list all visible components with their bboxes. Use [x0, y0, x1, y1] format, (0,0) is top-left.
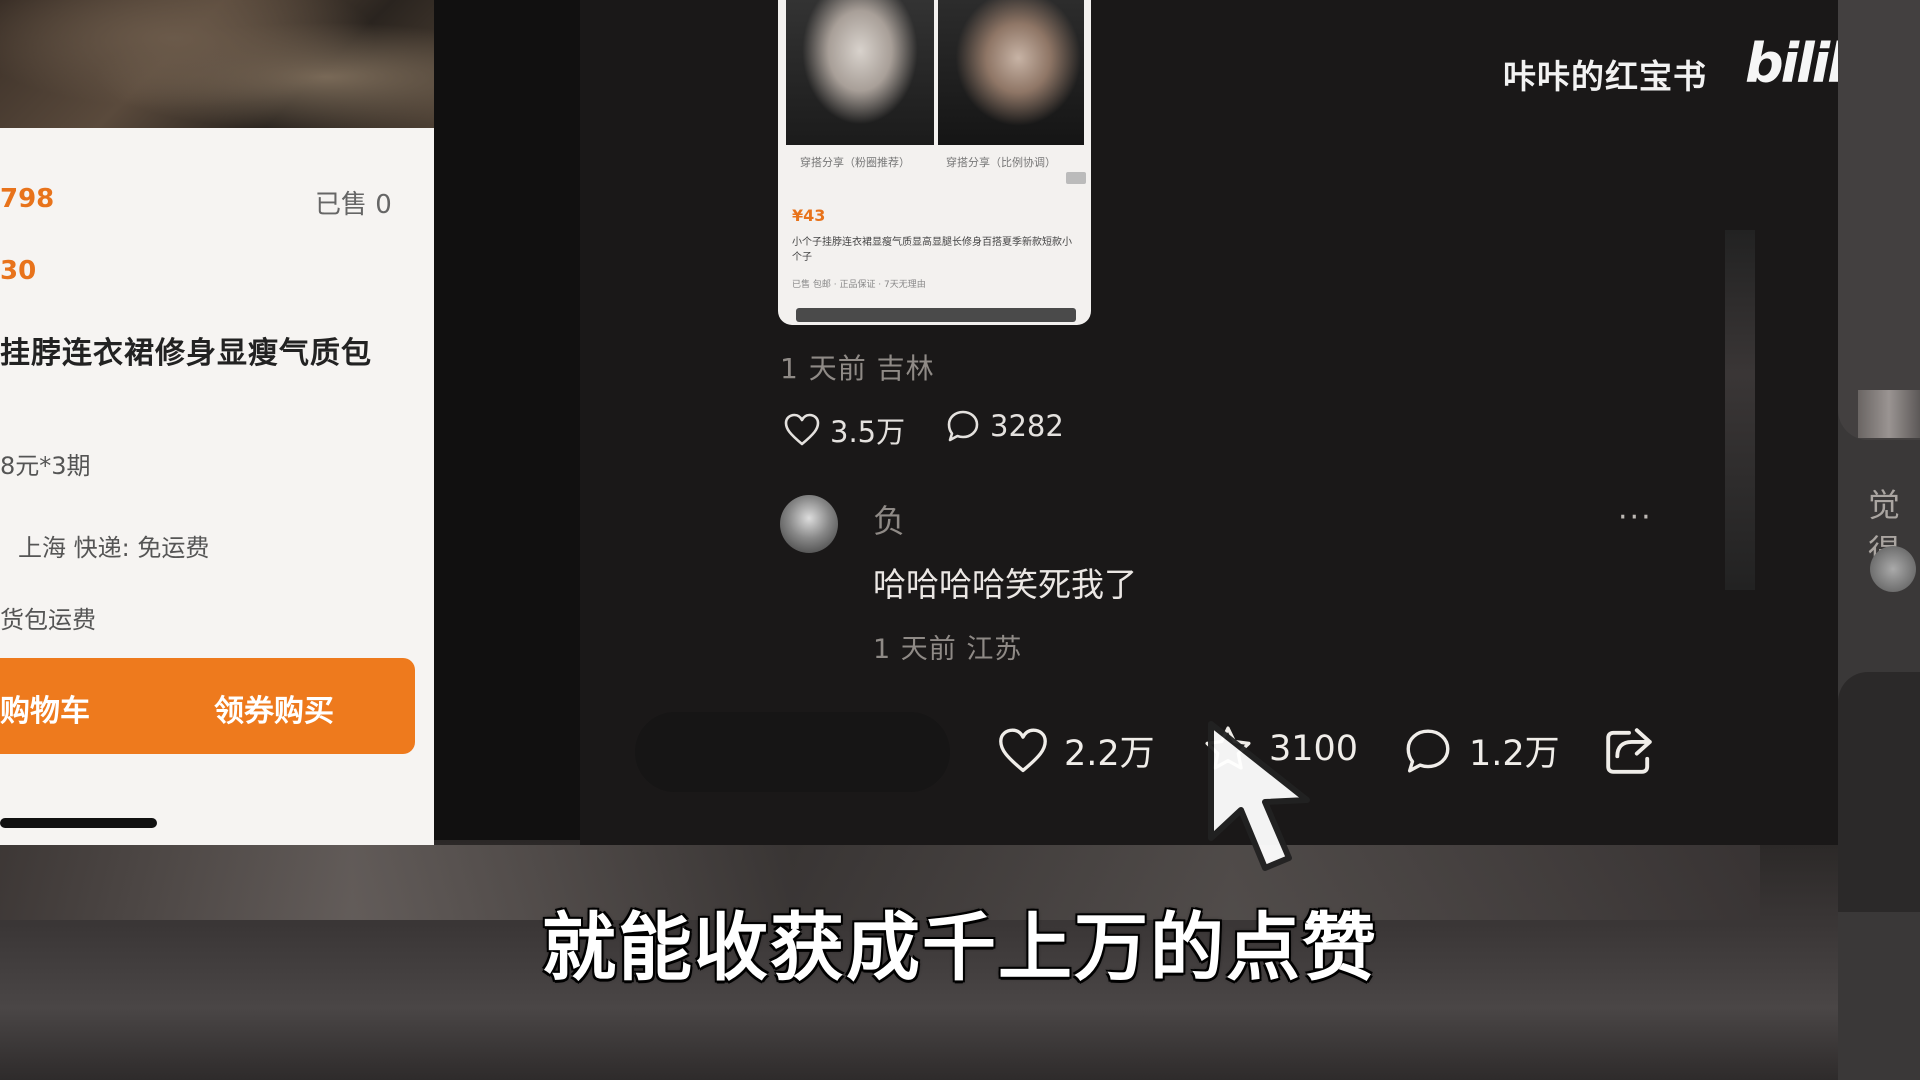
video-subtitle: 就能收获成千上万的点赞 — [542, 905, 1378, 991]
shipping-info: 上海 快递: 免运费 — [18, 534, 210, 562]
comment-text: 哈哈哈哈笑死我了 — [873, 565, 1137, 604]
product-price: 798 — [0, 184, 55, 214]
product-card: 798 已售 0 30 挂脖连衣裙修身显瘦气质包 8元*3期 上海 快递: 免运… — [0, 0, 434, 845]
cursor-icon — [1203, 718, 1333, 902]
panel-edge-shade — [1725, 230, 1755, 590]
home-indicator — [0, 818, 157, 828]
comment-author[interactable]: 负 — [873, 496, 905, 542]
post-like-stat[interactable]: 3.5万 — [784, 409, 905, 451]
freight-insurance: 货包运费 — [0, 606, 96, 634]
post-comment-stat[interactable]: 3282 — [946, 409, 1064, 443]
product-image — [0, 0, 434, 128]
post-like-count: 3.5万 — [830, 415, 906, 449]
comment-count: 1.2万 — [1469, 734, 1560, 774]
thumbnail-caption-left: 穿搭分享（粉圈推荐） — [800, 156, 910, 169]
channel-watermark: 咔咔的红宝书 — [1503, 57, 1707, 96]
thumbnail-description: 小个子挂脖连衣裙显瘦气质显高显腿长修身百搭夏季新款短款小个子 — [792, 237, 1072, 263]
comment-input[interactable] — [635, 712, 950, 792]
like-button[interactable]: 2.2万 — [998, 725, 1155, 776]
share-button[interactable] — [1603, 725, 1655, 777]
purchase-bar: 购物车 领券购买 — [0, 658, 415, 754]
post-image[interactable]: 穿搭分享（粉圈推荐） 穿搭分享（比例协调） ¥43 小个子挂脖连衣裙显瘦气质显高… — [778, 0, 1091, 325]
post-time-location: 1 天前 吉林 — [780, 352, 935, 385]
heart-icon — [784, 413, 820, 446]
product-title[interactable]: 挂脖连衣裙修身显瘦气质包 — [0, 328, 372, 372]
thumbnail-caption-right: 穿搭分享（比例协调） — [946, 156, 1056, 169]
commenter-avatar[interactable] — [780, 495, 838, 553]
coupon-buy-button[interactable]: 领券购买 — [214, 686, 334, 730]
installment-info: 8元*3期 — [0, 452, 91, 480]
comment-time-location: 1 天前 江苏 — [873, 634, 1023, 665]
share-icon — [1606, 728, 1652, 774]
adjacent-card[interactable] — [1838, 0, 1920, 440]
adjacent-card-bottom[interactable] — [1838, 672, 1920, 912]
adjacent-card-image — [1858, 390, 1920, 438]
comment-more-button[interactable]: ··· — [1618, 500, 1653, 535]
adjacent-avatar — [1870, 546, 1916, 592]
like-count: 2.2万 — [1064, 734, 1155, 774]
coupon-value: 30 — [0, 256, 37, 286]
comment-button[interactable]: 1.2万 — [1403, 725, 1560, 776]
add-to-cart-button[interactable]: 购物车 — [0, 686, 90, 730]
thumbnail-photo-right — [938, 0, 1084, 145]
thumbnail-footer — [796, 308, 1076, 322]
sold-count: 已售 0 — [315, 190, 392, 220]
comment-icon — [1406, 729, 1450, 772]
thumbnail-photo-left — [786, 0, 934, 145]
post-comment-count: 3282 — [990, 409, 1064, 443]
thumbnail-tag — [1066, 172, 1086, 184]
thumbnail-price: ¥43 — [792, 206, 826, 225]
thumbnail-meta: 已售 包邮 · 正品保证 · 7天无理由 — [792, 280, 926, 290]
heart-icon — [999, 728, 1047, 772]
comment-icon — [947, 410, 979, 442]
